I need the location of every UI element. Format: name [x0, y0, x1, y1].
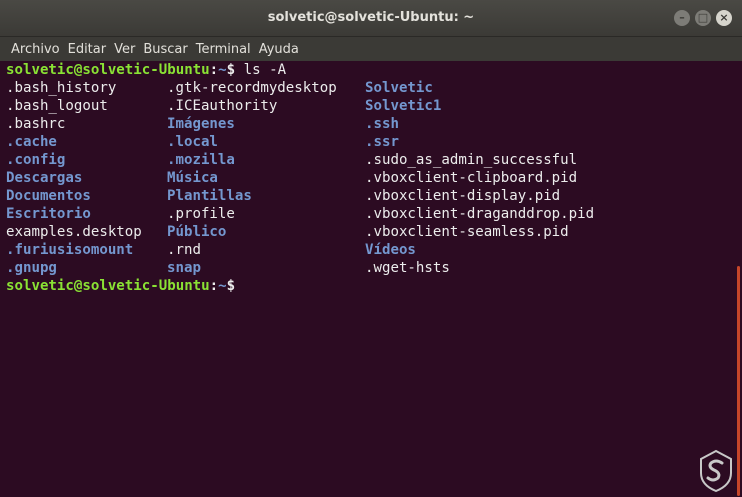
file-entry: .profile: [167, 206, 235, 222]
prompt-line: solvetic@solvetic-Ubuntu:~$: [6, 277, 244, 295]
menu-ver[interactable]: Ver: [114, 40, 135, 59]
directory-entry: Solvetic: [365, 80, 433, 96]
title-bar[interactable]: solvetic@solvetic-Ubuntu: ~ – □ ×: [0, 0, 742, 37]
solvetic-logo-icon: [700, 449, 732, 493]
file-entry: .bash_logout: [6, 98, 108, 114]
file-entry: .gtk-recordmydesktop: [167, 80, 337, 96]
directory-entry: .ssh: [365, 116, 399, 132]
directory-entry: Documentos: [6, 188, 91, 204]
command-line: solvetic@solvetic-Ubuntu:~$ ls -A: [6, 61, 286, 79]
directory-entry: Música: [167, 170, 218, 186]
minimize-button[interactable]: –: [674, 10, 690, 26]
window-controls: – □ ×: [674, 10, 732, 26]
directory-entry: .gnupg: [6, 260, 57, 276]
directory-entry: Público: [167, 224, 227, 240]
directory-entry: Vídeos: [365, 242, 416, 258]
directory-entry: Descargas: [6, 170, 83, 186]
prompt-user: solvetic@solvetic-Ubuntu: [6, 278, 210, 294]
file-entry: .rnd: [167, 242, 201, 258]
menu-ayuda[interactable]: Ayuda: [259, 40, 299, 59]
menu-bar: Archivo Editar Ver Buscar Terminal Ayuda: [0, 37, 742, 61]
directory-entry: Imágenes: [167, 116, 235, 132]
directory-entry: .mozilla: [167, 152, 235, 168]
prompt-symbol: $: [226, 62, 244, 78]
file-entry: .ICEauthority: [167, 98, 278, 114]
directory-entry: .config: [6, 152, 66, 168]
scrollbar[interactable]: [737, 266, 740, 496]
file-entry: .bashrc: [6, 116, 66, 132]
terminal-window: solvetic@solvetic-Ubuntu: ~ – □ × Archiv…: [0, 0, 742, 497]
prompt-user: solvetic@solvetic-Ubuntu: [6, 62, 210, 78]
menu-buscar[interactable]: Buscar: [143, 40, 187, 59]
maximize-button[interactable]: □: [695, 10, 711, 26]
directory-entry: .local: [167, 134, 218, 150]
prompt-symbol: $: [226, 278, 244, 294]
file-entry: .vboxclient-seamless.pid: [365, 224, 569, 240]
window-title: solvetic@solvetic-Ubuntu: ~: [267, 10, 475, 25]
directory-entry: Solvetic1: [365, 98, 442, 114]
directory-entry: .cache: [6, 134, 57, 150]
directory-entry: snap: [167, 260, 201, 276]
menu-editar[interactable]: Editar: [68, 40, 107, 59]
terminal-output[interactable]: solvetic@solvetic-Ubuntu:~$ ls -A .bash_…: [0, 61, 742, 497]
directory-entry: .furiusisomount: [6, 242, 134, 258]
directory-entry: Escritorio: [6, 206, 91, 222]
file-entry: examples.desktop: [6, 224, 142, 240]
close-button[interactable]: ×: [716, 10, 732, 26]
directory-entry: Plantillas: [167, 188, 252, 204]
menu-archivo[interactable]: Archivo: [11, 40, 60, 59]
directory-entry: .ssr: [365, 134, 399, 150]
prompt-path: ~: [218, 62, 227, 78]
file-entry: .vboxclient-draganddrop.pid: [365, 206, 595, 222]
file-entry: .bash_history: [6, 80, 117, 96]
command-text: ls -A: [243, 62, 287, 78]
prompt-path: ~: [218, 278, 227, 294]
menu-terminal[interactable]: Terminal: [196, 40, 251, 59]
file-entry: .vboxclient-display.pid: [365, 188, 561, 204]
file-entry: .sudo_as_admin_successful: [365, 152, 578, 168]
prompt-separator: :: [209, 278, 219, 294]
prompt-separator: :: [209, 62, 219, 78]
file-entry: .wget-hsts: [365, 260, 450, 276]
file-entry: .vboxclient-clipboard.pid: [365, 170, 578, 186]
